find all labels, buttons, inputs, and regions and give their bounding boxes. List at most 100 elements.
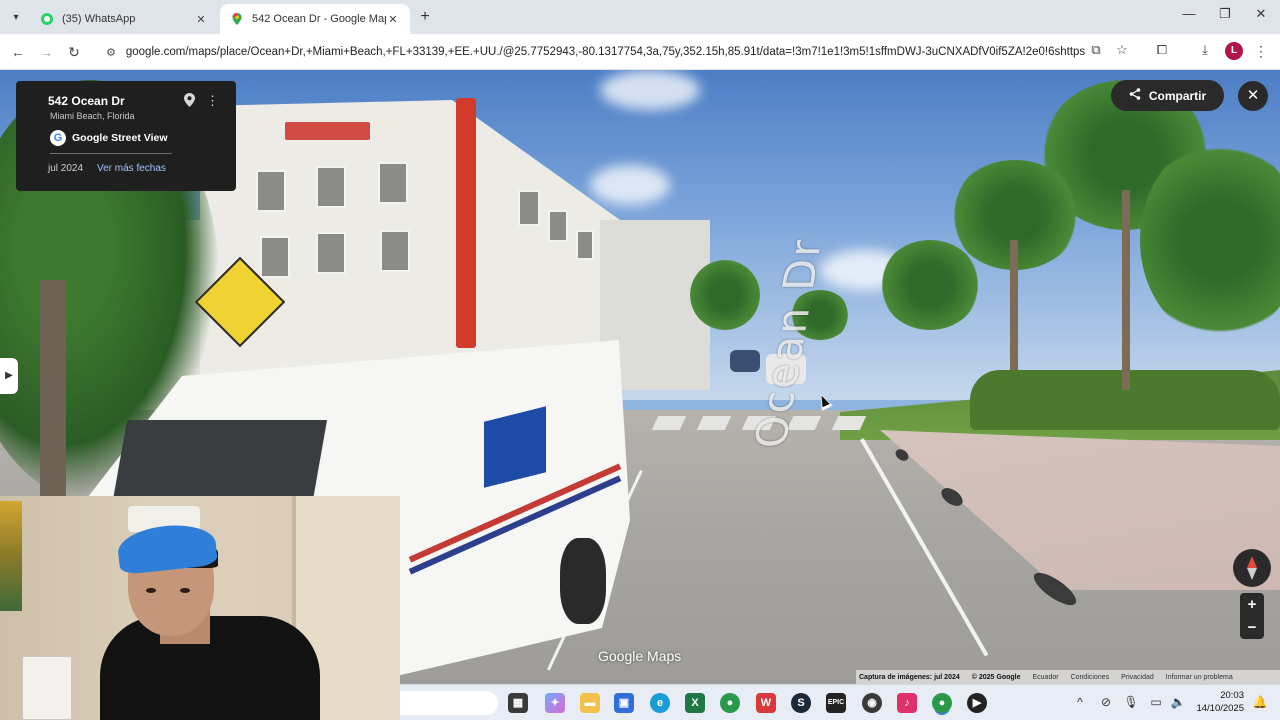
taskbar-search-box[interactable]: [400, 691, 498, 715]
tab-title: (35) WhatsApp: [62, 13, 136, 25]
site-info-icon[interactable]: ⚙: [106, 46, 116, 59]
google-logo-icon: G: [50, 130, 66, 146]
forward-button[interactable]: →: [36, 42, 56, 62]
clock-time: 20:03: [1220, 690, 1244, 701]
extensions-icon[interactable]: ⧠: [1152, 42, 1172, 58]
chrome-icon[interactable]: ●: [720, 693, 740, 713]
window: [378, 162, 408, 204]
google-maps-watermark: Google Maps: [598, 648, 682, 664]
toolbar: ← → ↻ ⚙ google.com/maps/place/Ocean+Dr,+…: [0, 34, 1280, 70]
tab-title: 542 Ocean Dr - Google Maps: [252, 13, 386, 25]
more-options-icon[interactable]: ⋮: [206, 93, 219, 109]
epic-games-icon[interactable]: EPIC: [826, 693, 846, 713]
expand-panel-arrow-icon[interactable]: ▶: [0, 358, 18, 394]
steam-icon[interactable]: S: [791, 693, 811, 713]
new-tab-button[interactable]: +: [416, 8, 434, 26]
task-view-icon[interactable]: ▦: [508, 693, 528, 713]
tree-trunk: [40, 280, 66, 500]
terms-link[interactable]: Condiciones: [1071, 674, 1110, 681]
window: [380, 230, 410, 272]
minimize-button[interactable]: —: [1174, 6, 1204, 21]
provider-label: Google Street View: [72, 132, 168, 144]
person-eye: [180, 588, 190, 593]
car: [730, 350, 760, 372]
tab-whatsapp[interactable]: (35) WhatsApp ✕: [30, 4, 218, 34]
excel-icon[interactable]: X: [685, 693, 705, 713]
country-link[interactable]: Ecuador: [1033, 674, 1059, 681]
clock-date: 14/10/2025: [1196, 703, 1244, 714]
chrome-active-icon[interactable]: ●: [932, 693, 952, 713]
cloud: [590, 165, 670, 205]
wall-painting: [0, 501, 22, 611]
person-eye: [146, 588, 156, 593]
window: [548, 210, 568, 242]
system-clock[interactable]: 20:03 14/10/2025: [1194, 689, 1244, 715]
window: [256, 170, 286, 212]
close-window-button[interactable]: ✕: [1246, 6, 1276, 22]
whatsapp-icon: [40, 12, 54, 26]
todo-app-icon[interactable]: W: [756, 693, 776, 713]
hotel-sign: [285, 122, 370, 140]
location-pin-icon[interactable]: [184, 93, 195, 110]
webcam-overlay: [0, 496, 400, 720]
tab-search-icon[interactable]: ▾: [6, 7, 26, 27]
zoom-in-button[interactable]: +: [1240, 593, 1264, 616]
copilot-icon[interactable]: ✦: [545, 693, 565, 713]
bookmark-star-icon[interactable]: ☆: [1112, 42, 1132, 58]
microsoft-store-icon[interactable]: ▣: [614, 693, 634, 713]
tab-google-maps[interactable]: 542 Ocean Dr - Google Maps ✕: [220, 4, 410, 34]
media-player-icon[interactable]: ▶: [967, 693, 987, 713]
window: [316, 166, 346, 208]
address-bar[interactable]: ⚙ google.com/maps/place/Ocean+Dr,+Miami+…: [94, 38, 1144, 66]
share-label: Compartir: [1148, 88, 1207, 103]
volume-icon[interactable]: 🔈: [1170, 695, 1186, 709]
zoom-out-button[interactable]: −: [1240, 616, 1264, 639]
tray-overflow-icon[interactable]: ^: [1072, 695, 1088, 709]
back-button[interactable]: ←: [8, 42, 28, 62]
place-subtitle: Miami Beach, Florida: [50, 111, 135, 121]
window: [518, 190, 540, 226]
edge-icon[interactable]: e: [650, 693, 670, 713]
copyright: © 2025 Google: [971, 673, 1021, 681]
close-street-view-button[interactable]: ✕: [1238, 81, 1268, 111]
zoom-control: + −: [1240, 593, 1264, 639]
palm-trunk: [1122, 190, 1130, 390]
more-dates-link[interactable]: Ver más fechas: [97, 163, 166, 174]
palm-trunk: [1010, 240, 1018, 370]
palm-tree: [690, 260, 760, 330]
report-problem-link[interactable]: Informar un problema: [1166, 674, 1233, 681]
tiktok-icon[interactable]: ♪: [897, 693, 917, 713]
network-off-icon[interactable]: ⊘: [1098, 695, 1114, 709]
close-icon[interactable]: ✕: [386, 13, 400, 26]
cloud: [600, 70, 700, 110]
windows-taskbar: ▦ ✦ ▬ ▣ e X ● W S EPIC ◉ ♪ ● ▶ ^ ⊘ 🎙 ▭ 🔈…: [400, 684, 1280, 720]
microphone-icon[interactable]: 🎙: [1123, 695, 1139, 709]
place-title: 542 Ocean Dr: [48, 94, 125, 108]
palm-tree: [880, 240, 980, 330]
share-button[interactable]: Compartir: [1111, 80, 1224, 111]
notifications-bell-icon[interactable]: 🔔: [1252, 695, 1268, 709]
van-windshield: [112, 420, 328, 500]
url-text[interactable]: google.com/maps/place/Ocean+Dr,+Miami+Be…: [126, 46, 1086, 58]
window: [316, 232, 346, 274]
profile-avatar[interactable]: L: [1225, 42, 1243, 60]
window: [576, 230, 594, 260]
download-icon[interactable]: ⤓: [1195, 42, 1215, 58]
window: [260, 236, 290, 278]
share-icon: [1129, 88, 1141, 103]
reload-button[interactable]: ↻: [64, 42, 84, 62]
file-explorer-icon[interactable]: ▬: [580, 693, 600, 713]
install-app-icon[interactable]: ⧉: [1086, 42, 1106, 58]
street-view-provider: G Google Street View: [50, 130, 168, 146]
obs-icon[interactable]: ◉: [862, 693, 882, 713]
browser-menu-icon[interactable]: ⋮: [1254, 43, 1268, 60]
van-wheel: [560, 538, 606, 624]
divider: [50, 153, 172, 154]
compass-icon[interactable]: [1233, 549, 1271, 587]
imagery-capture: Captura de imágenes: jul 2024: [859, 673, 960, 681]
privacy-link[interactable]: Privacidad: [1121, 674, 1154, 681]
attribution-bar: Captura de imágenes: jul 2024 © 2025 Goo…: [856, 670, 1280, 684]
network-icon[interactable]: ▭: [1148, 695, 1164, 709]
close-icon[interactable]: ✕: [194, 13, 208, 26]
maximize-button[interactable]: ❐: [1210, 6, 1240, 22]
